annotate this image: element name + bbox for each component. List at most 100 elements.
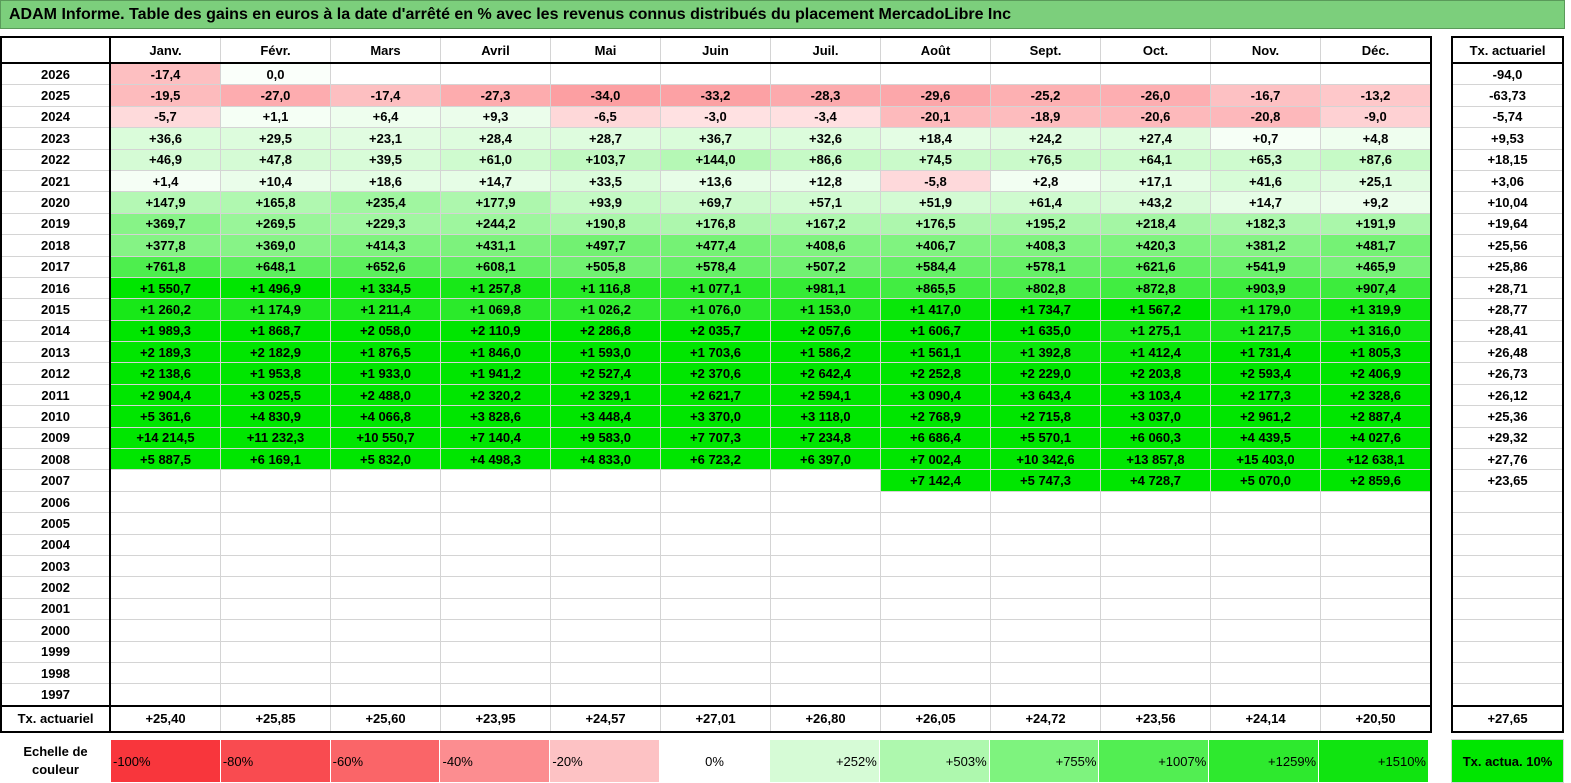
legend-step: -80% — [219, 739, 331, 783]
gain-cell: +1 805,3 — [1320, 341, 1432, 364]
gain-cell — [550, 490, 661, 514]
side-row: +9,53 — [1451, 127, 1564, 150]
gain-cell: -9,0 — [1320, 105, 1432, 129]
gain-cell: +14,7 — [440, 169, 551, 193]
gain-cell: +76,5 — [990, 148, 1101, 171]
gain-cell: +41,6 — [1210, 169, 1321, 193]
gain-cell: +2 593,4 — [1210, 362, 1321, 385]
footer-rate-cell: +23,56 — [1100, 704, 1211, 733]
gain-cell — [880, 512, 991, 535]
gain-cell: +1 606,7 — [880, 319, 991, 343]
gain-cell: +2 642,4 — [770, 362, 881, 385]
gain-cell: +7 002,4 — [880, 448, 991, 471]
gain-cell: +1,4 — [109, 169, 221, 193]
rate-cell: +26,48 — [1451, 341, 1564, 364]
gain-cell: +1 734,7 — [990, 298, 1101, 321]
gain-cell — [1320, 490, 1432, 514]
gain-cell: +7 140,4 — [440, 426, 551, 450]
gain-cell: -3,4 — [770, 105, 881, 129]
year-cell: 2010 — [0, 405, 111, 428]
gain-cell: +903,9 — [1210, 276, 1321, 300]
year-cell: 1997 — [0, 683, 111, 707]
rate-cell: +10,04 — [1451, 191, 1564, 214]
gain-cell: +86,6 — [770, 148, 881, 171]
gain-cell: +47,8 — [220, 148, 331, 171]
gain-cell: +1 933,0 — [330, 362, 441, 385]
gain-cell — [1100, 640, 1211, 663]
legend-step: +1259% — [1208, 739, 1320, 783]
rate-cell: -5,74 — [1451, 105, 1564, 129]
rate-cell: +25,86 — [1451, 255, 1564, 278]
table-row: 2022 +46,9 +47,8 +39,5 +61,0 +103,7 +144,0 +86,… — [0, 148, 1432, 171]
gain-cell — [440, 576, 551, 599]
side-row: -94,0 — [1451, 62, 1564, 86]
gain-cell — [1100, 512, 1211, 535]
gain-cell: +4 439,5 — [1210, 426, 1321, 450]
actuarial-rate-table: Tx. actuariel -94,0 -63,73 -5,74 +9,53 +18,15… — [1451, 36, 1564, 733]
rate-cell: -63,73 — [1451, 84, 1564, 107]
gain-cell: +191,9 — [1320, 212, 1432, 236]
gain-cell: -28,3 — [770, 84, 881, 107]
gain-cell — [550, 683, 661, 707]
year-cell: 2023 — [0, 127, 111, 150]
gain-cell — [440, 490, 551, 514]
gain-cell: +176,8 — [660, 212, 771, 236]
gain-cell — [550, 619, 661, 642]
gain-cell — [330, 576, 441, 599]
table-row: 2019 +369,7 +269,5 +229,3 +244,2 +190,8 +176,8… — [0, 212, 1432, 236]
gain-cell — [1320, 597, 1432, 621]
footer-rate-cell: +25,40 — [109, 704, 221, 733]
rate-cell: +29,32 — [1451, 426, 1564, 450]
gain-cell — [220, 576, 331, 599]
gain-cell: -19,5 — [109, 84, 221, 107]
year-cell: 2009 — [0, 426, 111, 450]
gain-cell — [1320, 640, 1432, 663]
side-row: -63,73 — [1451, 84, 1564, 107]
year-cell: 2011 — [0, 383, 111, 407]
gain-cell: +190,8 — [550, 212, 661, 236]
gain-cell — [880, 576, 991, 599]
gain-cell: +1 174,9 — [220, 298, 331, 321]
color-scale-side: Tx. actua. 10% — [1451, 739, 1564, 783]
gain-cell — [660, 619, 771, 642]
gain-cell: -3,0 — [660, 105, 771, 129]
gain-cell — [770, 576, 881, 599]
gain-cell: -18,9 — [990, 105, 1101, 129]
year-cell: 2018 — [0, 234, 111, 257]
legend-side-label: Tx. actua. 10% — [1451, 739, 1564, 783]
rate-cell — [1451, 576, 1564, 599]
gain-cell: +1 316,0 — [1320, 319, 1432, 343]
gain-cell: +10,4 — [220, 169, 331, 193]
gain-cell: +1 026,2 — [550, 298, 661, 321]
gain-cell: +25,1 — [1320, 169, 1432, 193]
gain-cell — [1320, 683, 1432, 707]
gain-cell: +15 403,0 — [1210, 448, 1321, 471]
rate-cell: +27,76 — [1451, 448, 1564, 471]
gain-cell: +103,7 — [550, 148, 661, 171]
table-row: 2011 +2 904,4 +3 025,5 +2 488,0 +2 320,2 +2 3… — [0, 383, 1432, 407]
gain-cell: +2 138,6 — [109, 362, 221, 385]
gain-cell: +431,1 — [440, 234, 551, 257]
gain-cell: +39,5 — [330, 148, 441, 171]
table-row: 2015 +1 260,2 +1 174,9 +1 211,4 +1 069,8 +1 0… — [0, 298, 1432, 321]
gain-cell — [770, 640, 881, 663]
table-row: 2008 +5 887,5 +6 169,1 +5 832,0 +4 498,3 +4 8… — [0, 448, 1432, 471]
gain-cell: +981,1 — [770, 276, 881, 300]
year-cell: 2019 — [0, 212, 111, 236]
gain-cell: +1 077,1 — [660, 276, 771, 300]
gain-cell: +14,7 — [1210, 191, 1321, 214]
gain-cell: +465,9 — [1320, 255, 1432, 278]
year-cell: 2003 — [0, 554, 111, 578]
side-row: +28,77 — [1451, 298, 1564, 321]
rate-cell — [1451, 683, 1564, 707]
table-row: 2001 — [0, 597, 1432, 621]
gain-cell: +4,8 — [1320, 127, 1432, 150]
gain-cell: +2 057,6 — [770, 319, 881, 343]
gain-cell: +4 833,0 — [550, 448, 661, 471]
gain-cell — [550, 597, 661, 621]
gain-cell: +17,1 — [1100, 169, 1211, 193]
header-row: Janv. Févr. Mars Avril Mai Juin Juil. Août Sept.… — [1, 36, 1432, 64]
rate-cell — [1451, 554, 1564, 578]
gain-cell: +7 234,8 — [770, 426, 881, 450]
gain-cell: +2 859,6 — [1320, 469, 1432, 492]
